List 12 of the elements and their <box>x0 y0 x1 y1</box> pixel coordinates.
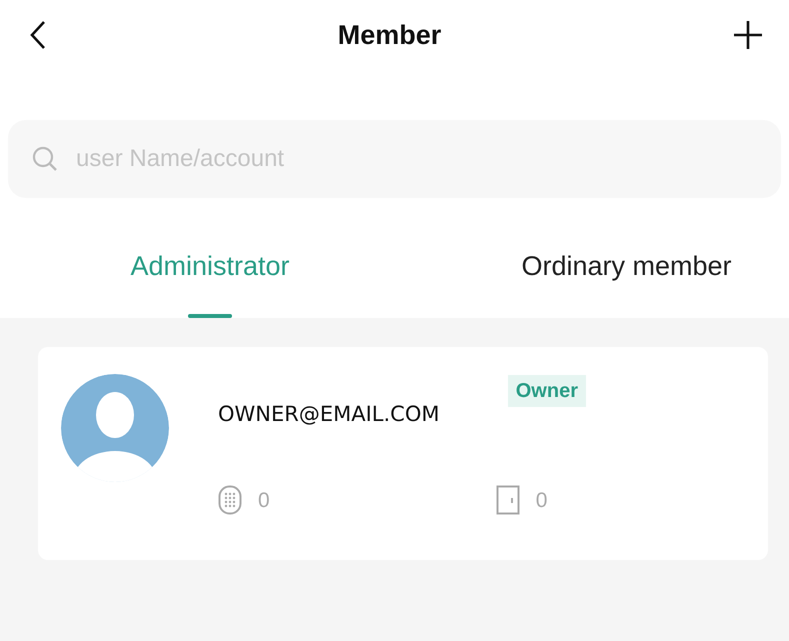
card-count: 0 <box>536 488 548 514</box>
avatar-icon <box>60 373 170 483</box>
member-card[interactable]: OWNER@EMAIL.COM Owner 0 0 <box>38 347 768 560</box>
door-icon <box>496 485 520 516</box>
page-title: Member <box>338 18 442 52</box>
tab[interactable]: Ordinary member <box>521 246 732 318</box>
member-email: OWNER@EMAIL.COM <box>218 401 440 428</box>
keypad-icon <box>218 485 242 516</box>
back-icon[interactable] <box>30 20 46 50</box>
add-icon[interactable] <box>733 20 763 50</box>
keypad-count: 0 <box>258 488 270 514</box>
role-tag: Owner <box>508 375 586 407</box>
